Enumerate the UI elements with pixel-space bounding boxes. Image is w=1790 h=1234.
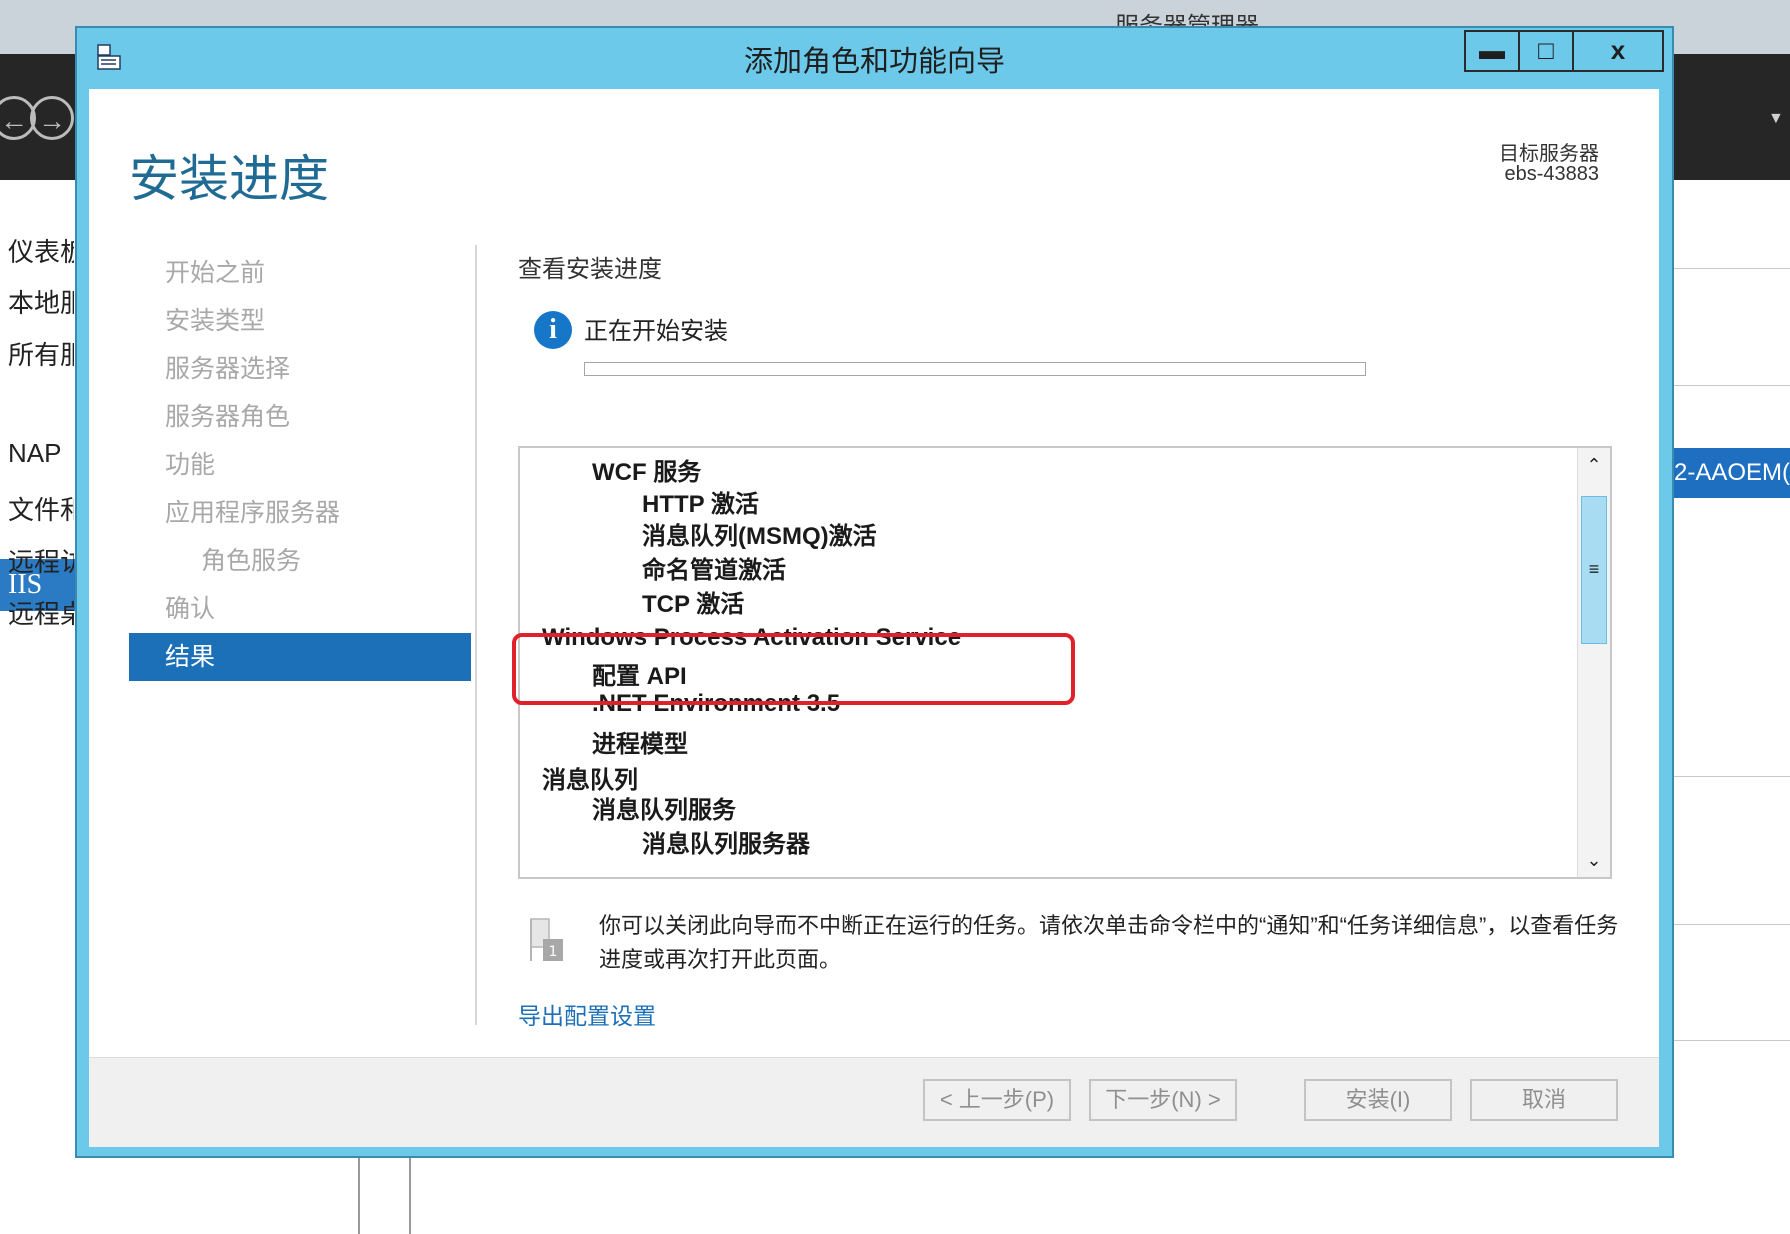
sidebar-item-remote-desktop[interactable]: 远程桌面服务 (8, 594, 74, 631)
previous-button[interactable]: < 上一步(P) (923, 1079, 1071, 1121)
scrollbar[interactable]: ⌃ ≡ ⌄ (1577, 448, 1610, 877)
target-server-value: ebs-43883 (1504, 163, 1599, 185)
list-item: HTTP 激活 (642, 491, 759, 518)
divider (1673, 924, 1790, 925)
divider (475, 245, 477, 1025)
highlight-annotation (512, 633, 1075, 705)
add-roles-features-wizard: 添加角色和功能向导 ▬ □ x 安装进度 目标服务器 ebs-43883 开始之… (75, 26, 1674, 1158)
divider (1673, 1040, 1790, 1041)
button-bar: < 上一步(P) 下一步(N) > 安装(I) 取消 (89, 1057, 1659, 1147)
dialog-title: 添加角色和功能向导 (743, 46, 1005, 78)
list-item: WCF 服务 (592, 459, 702, 486)
step-server-roles[interactable]: 服务器角色 (129, 393, 471, 441)
sidebar-item-nap[interactable]: NAP (8, 438, 74, 469)
next-button[interactable]: 下一步(N) > (1089, 1079, 1237, 1121)
server-name: 2-AAOEM( (1673, 459, 1790, 486)
install-progress-bar (584, 362, 1366, 376)
section-label: 查看安装进度 (518, 256, 662, 283)
list-item: 消息队列(MSMQ)激活 (642, 523, 877, 550)
step-installation-type[interactable]: 安装类型 (129, 297, 471, 345)
minimize-button[interactable]: ▬ (1466, 32, 1518, 70)
divider (1673, 385, 1790, 386)
list-item: 消息队列服务器 (642, 831, 810, 858)
divider (409, 1158, 411, 1234)
chevron-down-icon[interactable]: ▼ (1768, 110, 1784, 128)
install-button[interactable]: 安装(I) (1304, 1079, 1452, 1121)
list-item: 命名管道激活 (642, 557, 786, 584)
page-title: 安装进度 (129, 151, 329, 207)
sidebar-item-remote-access[interactable]: 远程访问 (8, 542, 74, 579)
dialog-content: 安装进度 目标服务器 ebs-43883 开始之前 安装类型 服务器选择 服务器… (89, 89, 1659, 1147)
step-role-services[interactable]: 角色服务 (129, 537, 471, 585)
step-confirmation[interactable]: 确认 (129, 585, 471, 633)
cancel-button[interactable]: 取消 (1470, 1079, 1618, 1121)
step-before-you-begin[interactable]: 开始之前 (129, 249, 471, 297)
status-text: 正在开始安装 (584, 318, 728, 345)
info-icon: i (534, 311, 572, 349)
chevron-down-icon[interactable]: ⌄ (1578, 843, 1610, 877)
background-content-panel (1673, 180, 1790, 1234)
chevron-up-icon[interactable]: ⌃ (1578, 448, 1610, 482)
sidebar-item-all-servers[interactable]: 所有服务器 (8, 335, 74, 372)
notification-flag-icon: 1 (530, 918, 563, 961)
step-features[interactable]: 功能 (129, 441, 471, 489)
sidebar-item-dashboard[interactable]: 仪表板 (8, 232, 74, 269)
wizard-steps: 开始之前 安装类型 服务器选择 服务器角色 功能 应用程序服务器 角色服务 确认… (129, 249, 471, 681)
divider (358, 1158, 360, 1234)
server-row-selected[interactable]: 2-AAOEM( (1673, 448, 1790, 498)
target-server-label: 目标服务器 (1499, 143, 1599, 165)
window-controls: ▬ □ x (1464, 30, 1664, 72)
background-sidebar: 仪表板 本地服务器 所有服务器 IIS NAP 文件和存储服务 远程访问 远程桌… (0, 180, 75, 1234)
notice-text: 你可以关闭此向导而不中断正在运行的任务。请依次单击命令栏中的“通知”和“任务详细… (599, 913, 1619, 972)
svg-text:1: 1 (549, 944, 558, 960)
maximize-button[interactable]: □ (1518, 32, 1572, 70)
sidebar-item-file-storage[interactable]: 文件和存储服务 (8, 490, 74, 527)
close-button[interactable]: x (1572, 32, 1662, 70)
list-item: 消息队列服务 (592, 797, 736, 824)
divider (1673, 268, 1790, 269)
step-application-server[interactable]: 应用程序服务器 (129, 489, 471, 537)
divider (1673, 776, 1790, 777)
step-server-selection[interactable]: 服务器选择 (129, 345, 471, 393)
export-config-link[interactable]: 导出配置设置 (518, 997, 656, 1031)
list-item: 进程模型 (592, 731, 688, 758)
step-results[interactable]: 结果 (129, 633, 471, 681)
forward-arrow-icon[interactable]: → (30, 96, 74, 140)
scroll-thumb[interactable]: ≡ (1581, 496, 1607, 644)
list-item: TCP 激活 (642, 591, 745, 618)
sidebar-item-local-server[interactable]: 本地服务器 (8, 283, 74, 320)
